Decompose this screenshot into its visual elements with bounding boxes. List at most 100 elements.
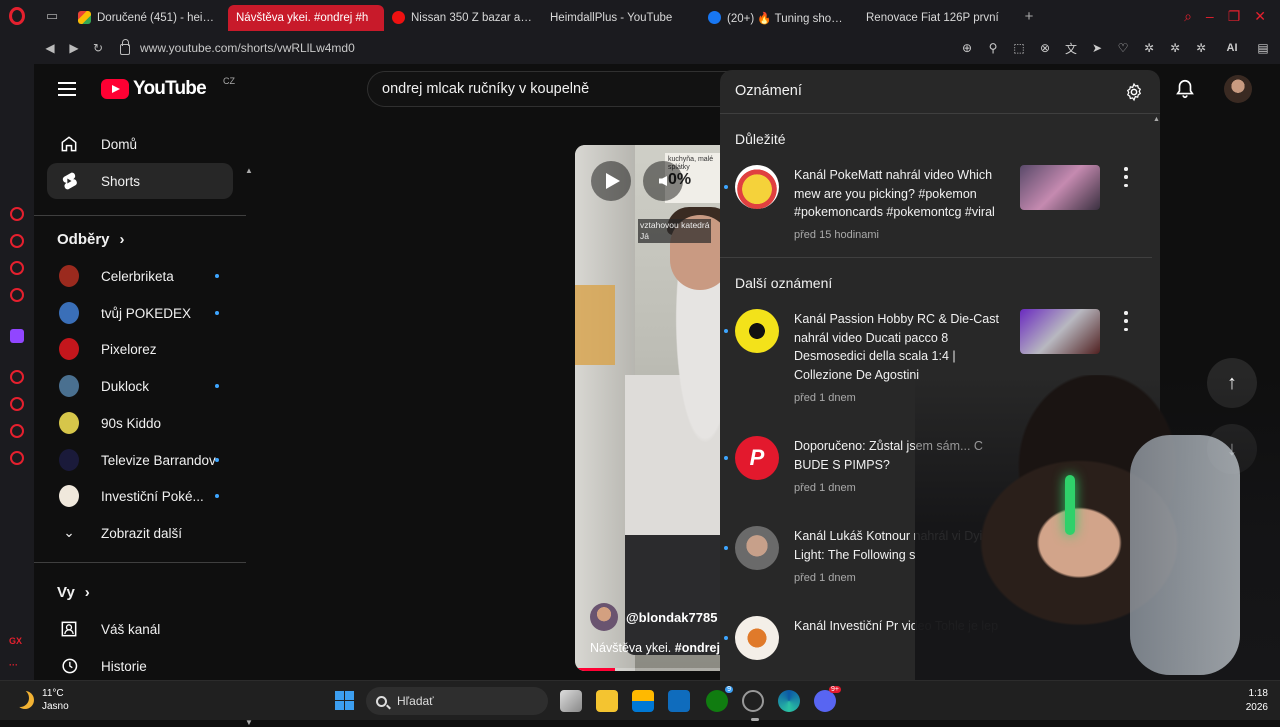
- sidebar-item-history[interactable]: Historie: [47, 648, 233, 684]
- zoom-icon[interactable]: ⊕: [960, 41, 974, 55]
- tab-islands-icon[interactable]: ▭: [34, 0, 70, 32]
- opera-sidebar: GX ···: [0, 32, 34, 680]
- channel-avatar: [59, 412, 79, 434]
- guide-item-home[interactable]: Domů: [47, 126, 233, 162]
- guide-item-shorts[interactable]: Shorts: [47, 163, 233, 199]
- minimize-button[interactable]: –: [1206, 8, 1214, 24]
- sidebar-item-your-channel[interactable]: Váš kanál: [47, 611, 233, 647]
- send-icon[interactable]: ➤: [1090, 41, 1104, 55]
- notifications-bell-icon[interactable]: [1174, 78, 1196, 100]
- opera-gx-icon[interactable]: [742, 690, 764, 721]
- sidebar-item-pixelorez[interactable]: Pixelorez: [47, 331, 233, 367]
- channel-avatar: [735, 165, 779, 209]
- scroll-up-arrow[interactable]: ▲: [245, 166, 253, 175]
- tab-youtube-shorts[interactable]: Návštěva ykei. #ondrej #h: [34, 4, 384, 77]
- file-explorer-icon[interactable]: [596, 690, 618, 712]
- video-caption: vztahovou katedrá Já: [638, 219, 712, 244]
- tab-gmail[interactable]: Doručené (451) - heimdall: [70, 5, 228, 31]
- xbox-icon[interactable]: 9: [706, 686, 733, 712]
- tab-heimdallplus[interactable]: HeimdallPlus - YouTube: [34, 5, 700, 77]
- forward-button[interactable]: ▶: [62, 32, 86, 64]
- heart-icon[interactable]: ♡: [1116, 41, 1130, 55]
- maximize-button[interactable]: ❐: [1228, 8, 1241, 25]
- you-heading[interactable]: Vy ›: [57, 584, 90, 601]
- new-content-dot: [215, 494, 219, 498]
- tab-facebook[interactable]: (20+) 🔥 Tuning show Tro: [700, 5, 858, 31]
- pin-icon[interactable]: ⚲: [986, 41, 1000, 55]
- easy-files-icon[interactable]: ▤: [1256, 41, 1270, 55]
- sidebar-app-icon[interactable]: [10, 234, 24, 248]
- sidebar-app-icon[interactable]: [10, 207, 24, 221]
- new-tab-button[interactable]: +: [1016, 3, 1042, 29]
- sidebar-item-celerbriketa[interactable]: Celerbriketa: [47, 258, 233, 294]
- search-icon: [376, 695, 387, 707]
- account-avatar[interactable]: [1224, 75, 1252, 103]
- sidebar-app-icon[interactable]: [10, 288, 24, 302]
- aria-ai-button[interactable]: AI: [1220, 42, 1244, 54]
- vpn-icon[interactable]: ⊗: [1038, 41, 1052, 55]
- new-content-dot: [215, 458, 219, 462]
- opera-logo-icon: [9, 7, 25, 25]
- gear-icon[interactable]: [1124, 82, 1144, 102]
- close-button[interactable]: ✕: [1254, 8, 1266, 25]
- extension-icon[interactable]: ✲: [1142, 41, 1156, 55]
- back-button[interactable]: ◀: [38, 32, 62, 64]
- weather-widget[interactable]: 11°C Jasno: [16, 687, 69, 713]
- sidebar-item-duklock[interactable]: Duklock: [47, 368, 233, 404]
- task-view-icon[interactable]: [560, 690, 582, 712]
- video-thumbnail[interactable]: [1020, 309, 1100, 354]
- subscriptions-heading[interactable]: Odběry ›: [57, 231, 125, 248]
- twitch-icon[interactable]: [10, 329, 24, 343]
- mail-icon[interactable]: [668, 690, 690, 712]
- music-icon[interactable]: [10, 370, 24, 384]
- new-content-dot: [215, 384, 219, 388]
- youtube-logo[interactable]: YouTube CZ: [101, 76, 235, 100]
- reload-button[interactable]: ↻: [86, 32, 110, 64]
- volume-button[interactable]: [643, 161, 683, 201]
- search-input[interactable]: ondrej mlcak ručníky v koupelně: [367, 71, 727, 107]
- microsoft-store-icon[interactable]: [632, 690, 654, 712]
- scroll-up-arrow[interactable]: ▲: [1153, 116, 1160, 123]
- important-heading: Důležité: [735, 131, 786, 147]
- tab-nissan[interactable]: Nissan 350 Z bazar a prod: [384, 5, 542, 31]
- extensions-icon[interactable]: [10, 424, 24, 438]
- new-content-dot: [215, 311, 219, 315]
- nissan-icon: [392, 11, 405, 24]
- divider: [720, 257, 1152, 258]
- play-button[interactable]: [591, 161, 631, 201]
- opera-menu-button[interactable]: [0, 0, 34, 32]
- show-more-button[interactable]: ⌄ Zobrazit další: [47, 515, 233, 551]
- settings-icon[interactable]: [10, 451, 24, 465]
- edge-icon[interactable]: [778, 690, 800, 712]
- taskbar-search[interactable]: Hľadať: [366, 687, 548, 715]
- new-content-dot: [215, 274, 219, 278]
- shorts-icon: [62, 172, 77, 190]
- video-channel[interactable]: @blondak7785: [590, 603, 717, 631]
- discord-icon[interactable]: 9+: [814, 686, 841, 712]
- sidebar-item-90s-kiddo[interactable]: 90s Kiddo: [47, 405, 233, 441]
- extension-icon[interactable]: ✲: [1168, 41, 1182, 55]
- sidebar-item-pokedex[interactable]: tvůj POKEDEX: [47, 295, 233, 331]
- sidebar-app-icon[interactable]: [10, 261, 24, 275]
- menu-icon[interactable]: [58, 82, 76, 96]
- sidebar-item-investicni-poke[interactable]: Investiční Poké...: [47, 478, 233, 514]
- sidebar-item-televize-barrandov[interactable]: Televize Barrandov: [47, 442, 233, 478]
- history-icon[interactable]: [10, 397, 24, 411]
- moon-icon: [16, 691, 34, 709]
- search-tabs-icon[interactable]: ⌕: [1184, 8, 1192, 25]
- more-vertical-icon[interactable]: [1122, 311, 1130, 331]
- url-field[interactable]: www.youtube.com/shorts/vwRLlLw4md0: [120, 39, 355, 55]
- more-icon[interactable]: ···: [9, 660, 18, 670]
- extension-icon[interactable]: ✲: [1194, 41, 1208, 55]
- translate-icon[interactable]: 文: [1064, 40, 1078, 57]
- channel-avatar: [735, 616, 779, 660]
- tab-fiat[interactable]: Renovace Fiat 126P první: [34, 5, 1016, 77]
- video-title[interactable]: Návštěva ykei. #ondrej: [590, 641, 720, 655]
- chevron-right-icon: ›: [119, 231, 125, 248]
- video-thumbnail[interactable]: [1020, 165, 1100, 210]
- more-vertical-icon[interactable]: [1122, 167, 1130, 187]
- unread-dot: [724, 329, 728, 333]
- clock[interactable]: 1:18 2026: [1246, 687, 1268, 715]
- snapshot-icon[interactable]: ⬚: [1012, 41, 1026, 55]
- start-button[interactable]: [335, 691, 354, 710]
